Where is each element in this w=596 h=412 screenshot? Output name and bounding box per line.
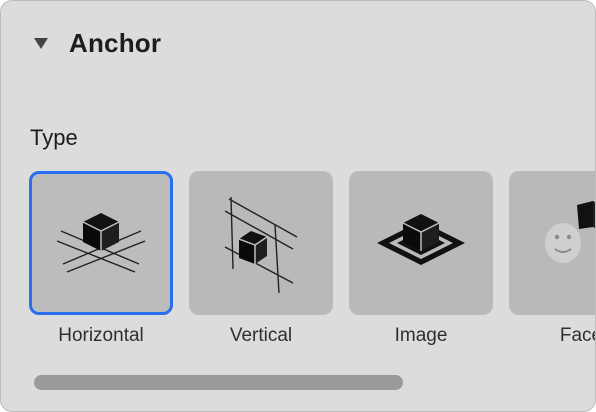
tile-label: Face [559,325,595,346]
horizontal-plane-cube-icon [56,213,146,273]
anchor-type-picker: Horizontal Vertical Image Fac [29,171,595,351]
anchor-section-header[interactable]: Anchor [31,25,161,61]
type-label: Type [30,125,78,150]
image-target-cube-icon [377,214,465,265]
anchor-type-horizontal[interactable]: Horizontal [29,171,173,346]
anchor-type-image[interactable]: Image [349,171,493,346]
anchor-type-vertical[interactable]: Vertical [189,171,333,346]
tile-horizontal[interactable] [29,171,173,315]
tile-label: Horizontal [58,325,144,346]
tile-image[interactable] [349,171,493,315]
face-icon [545,201,595,263]
tile-vertical[interactable] [189,171,333,315]
anchor-inspector-panel: Anchor Type Horizontal Vertical Image Fa… [0,0,596,412]
anchor-type-face[interactable]: Face [509,171,595,346]
tile-label: Vertical [229,325,293,346]
vertical-plane-cube-icon [224,196,298,294]
section-title: Anchor [69,27,162,58]
horizontal-scrollbar-thumb[interactable] [34,375,403,390]
disclosure-triangle-down-icon[interactable] [31,33,51,53]
tile-label: Image [394,325,448,346]
tile-face[interactable] [509,171,595,315]
